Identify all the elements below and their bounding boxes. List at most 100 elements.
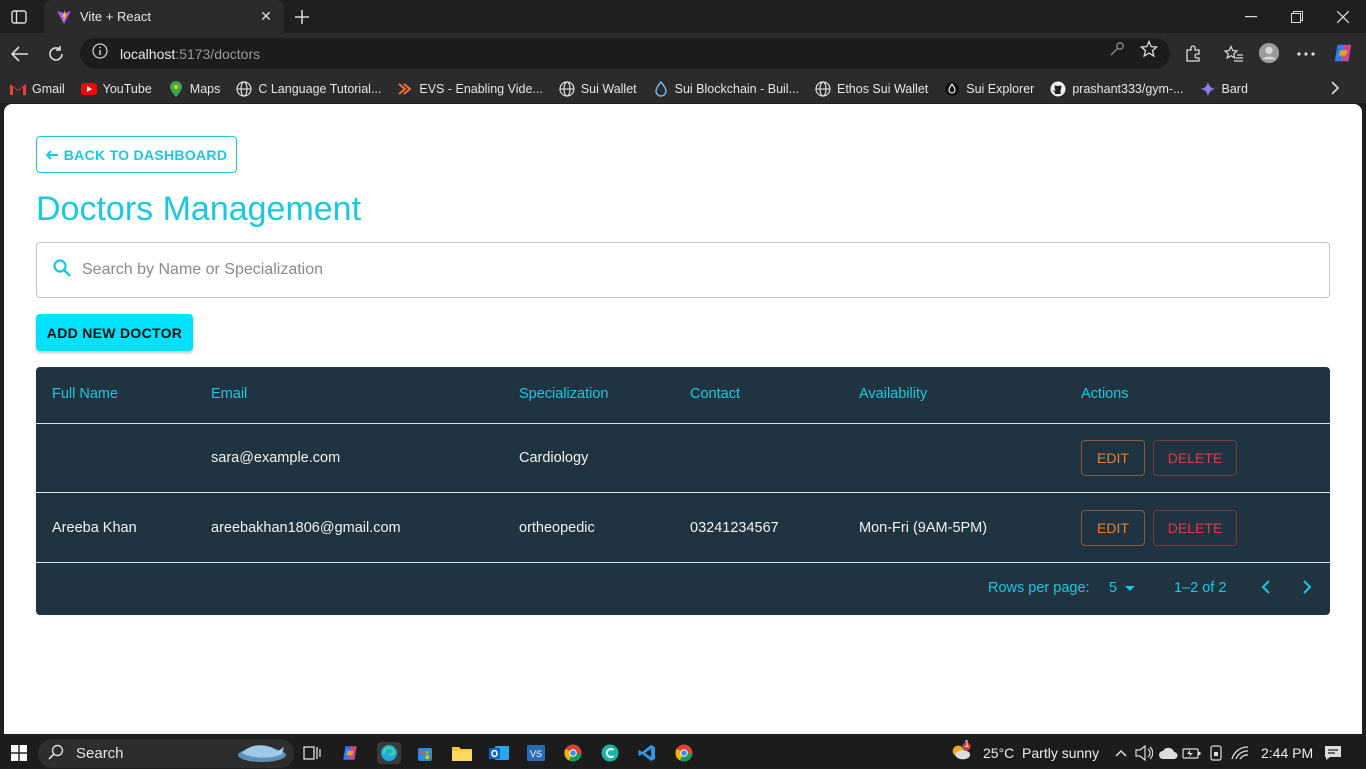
visual-studio-icon[interactable]: VS — [525, 742, 547, 764]
weather-badge: 1 — [964, 739, 970, 750]
bookmark-label: Sui Wallet — [580, 82, 637, 96]
header-availability[interactable]: Availability — [859, 386, 927, 402]
refresh-icon[interactable] — [44, 42, 68, 66]
wifi-icon[interactable] — [1229, 742, 1251, 764]
bookmark-ethos-sui-wallet[interactable]: Ethos Sui Wallet — [815, 81, 928, 97]
chrome-icon[interactable] — [562, 742, 584, 764]
bard-icon — [1199, 81, 1216, 97]
delete-button[interactable]: DELETE — [1153, 440, 1237, 476]
copilot-icon[interactable] — [1332, 42, 1354, 64]
taskbar-search[interactable]: Search — [38, 739, 294, 768]
file-explorer-icon[interactable] — [451, 742, 473, 764]
bookmark-sui-blockchain[interactable]: Sui Blockchain - Buil... — [653, 81, 799, 97]
bookmark-youtube[interactable]: YouTube — [80, 81, 152, 97]
bookmark-sui-wallet[interactable]: Sui Wallet — [559, 81, 637, 97]
vscode-icon[interactable] — [636, 742, 658, 764]
bookmark-label: Ethos Sui Wallet — [837, 82, 929, 96]
next-page-icon[interactable] — [1302, 579, 1312, 599]
favorite-star-icon[interactable] — [1139, 39, 1159, 59]
header-contact[interactable]: Contact — [690, 386, 740, 402]
rows-per-page-select[interactable]: 5 — [1109, 580, 1136, 596]
page-title: Doctors Management — [36, 190, 362, 228]
header-email[interactable]: Email — [211, 386, 247, 402]
battery-icon[interactable] — [1181, 742, 1203, 764]
close-tab-icon[interactable]: ✕ — [256, 7, 276, 27]
restore-icon[interactable] — [1274, 0, 1320, 33]
windows-start-icon[interactable] — [8, 742, 30, 764]
close-window-icon[interactable] — [1320, 0, 1366, 33]
bookmark-label: Maps — [189, 82, 221, 96]
header-full-name[interactable]: Full Name — [52, 386, 118, 402]
browser-toolbar: localhost:5173/doctors — [0, 33, 1366, 75]
sui-drop-icon — [653, 81, 669, 97]
header-specialization[interactable]: Specialization — [519, 386, 608, 402]
store-icon[interactable] — [414, 742, 436, 764]
browser-tab[interactable]: Vite + React ✕ — [44, 0, 284, 33]
search-icon — [48, 744, 64, 764]
table-row: sara@example.com Cardiology EDIT DELETE — [36, 424, 1330, 493]
search-placeholder: Search by Name or Specialization — [82, 261, 324, 278]
evs-icon — [397, 81, 413, 97]
bookmark-label: Gmail — [32, 82, 65, 96]
back-to-dashboard-button[interactable]: BACK TO DASHBOARD — [36, 136, 237, 173]
bookmark-evs[interactable]: EVS - Enabling Vide... — [397, 81, 543, 97]
bookmark-c-language[interactable]: C Language Tutorial... — [236, 81, 381, 97]
edit-button[interactable]: EDIT — [1081, 440, 1145, 476]
clock-time[interactable]: 2:44 PM — [1261, 745, 1313, 761]
rows-per-page-label: Rows per page: — [988, 580, 1090, 596]
cell-availability: Mon-Fri (9AM-5PM) — [859, 520, 988, 536]
favorites-icon[interactable] — [1223, 43, 1245, 65]
bookmark-label: Sui Blockchain - Buil... — [674, 82, 799, 96]
youtube-icon — [80, 81, 97, 97]
phone-link-icon[interactable] — [1205, 742, 1227, 764]
delete-button[interactable]: DELETE — [1153, 510, 1237, 546]
new-tab-icon[interactable] — [290, 5, 314, 29]
weather-text[interactable]: 25°C Partly sunny — [983, 745, 1099, 761]
bookmark-label: EVS - Enabling Vide... — [419, 82, 543, 96]
doctors-table: Full Name Email Specialization Contact A… — [36, 367, 1330, 615]
chevron-right-icon[interactable] — [1330, 81, 1340, 100]
chevron-up-icon[interactable] — [1110, 742, 1132, 764]
site-info-icon[interactable] — [92, 43, 108, 64]
address-bar[interactable]: localhost:5173/doctors — [80, 38, 1170, 69]
table-header: Full Name Email Specialization Contact A… — [36, 367, 1330, 424]
task-view-icon[interactable] — [301, 742, 323, 764]
sui-drop-icon — [944, 81, 960, 97]
key-icon[interactable] — [1107, 39, 1127, 59]
outlook-icon[interactable] — [488, 742, 510, 764]
bookmark-maps[interactable]: Maps — [168, 81, 221, 97]
extensions-icon[interactable] — [1182, 43, 1204, 65]
c-app-icon[interactable] — [599, 742, 621, 764]
notification-icon[interactable] — [1322, 742, 1344, 764]
globe-icon — [559, 81, 575, 97]
bookmark-github-gym[interactable]: prashant333/gym-... — [1050, 81, 1184, 97]
minimize-icon[interactable] — [1228, 0, 1274, 33]
cell-contact: 03241234567 — [690, 520, 779, 536]
edge-taskbar-icon[interactable] — [377, 742, 401, 764]
onedrive-icon[interactable] — [1157, 742, 1179, 764]
edit-button[interactable]: EDIT — [1081, 510, 1145, 546]
bookmark-sui-explorer[interactable]: Sui Explorer — [944, 81, 1034, 97]
profile-avatar-icon[interactable] — [1258, 42, 1280, 64]
volume-icon[interactable] — [1133, 742, 1155, 764]
add-new-doctor-button[interactable]: ADD NEW DOCTOR — [36, 314, 193, 351]
copilot-taskbar-icon[interactable] — [339, 742, 361, 764]
chrome-profile-icon[interactable] — [673, 742, 695, 764]
previous-page-icon[interactable] — [1261, 579, 1271, 599]
search-icon — [52, 258, 72, 283]
gmail-icon — [10, 81, 26, 97]
more-options-icon[interactable] — [1295, 43, 1317, 65]
back-arrow-icon[interactable] — [8, 42, 32, 66]
tab-actions-icon[interactable] — [8, 7, 30, 27]
cell-specialization: ortheopedic — [519, 520, 595, 536]
arrow-left-icon — [45, 147, 58, 163]
svg-text:VS: VS — [530, 749, 542, 759]
search-input[interactable]: Search by Name or Specialization — [36, 242, 1330, 298]
maps-icon — [168, 81, 184, 97]
cell-full-name: Areeba Khan — [52, 520, 137, 536]
cell-email: areebakhan1806@gmail.com — [211, 520, 401, 536]
dolphin-search-art-icon — [234, 739, 290, 769]
bookmark-bard[interactable]: Bard — [1199, 81, 1248, 97]
bookmark-gmail[interactable]: Gmail — [10, 81, 65, 97]
windows-taskbar: Search VS 1 25°C Partly sunny 2:44 PM — [0, 738, 1366, 768]
